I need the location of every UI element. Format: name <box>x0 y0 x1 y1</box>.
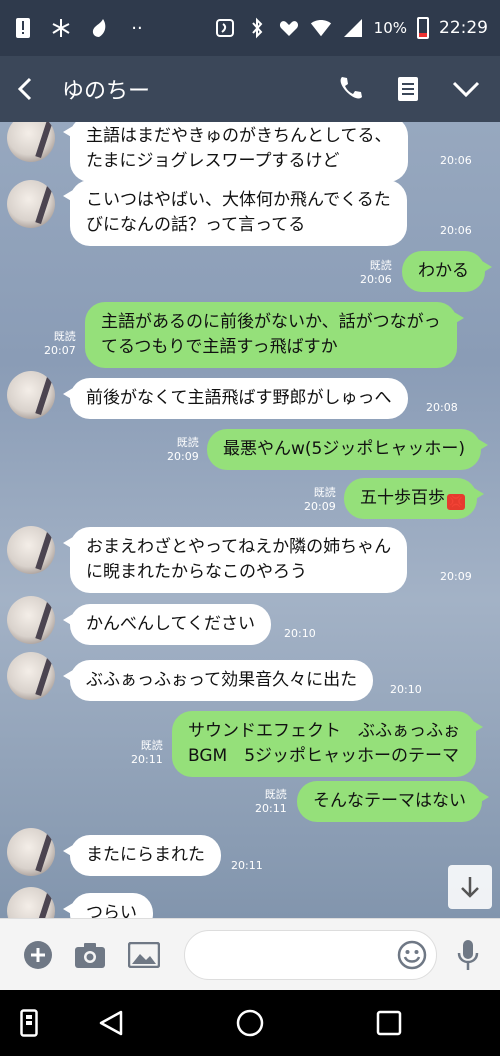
message-bubble[interactable]: かんべんしてください <box>63 604 271 645</box>
plus-circle-icon <box>24 941 52 969</box>
message-bubble[interactable]: おまえわざとやってねえか隣の姉ちゃん に睨まれたからなこのやろう <box>62 527 408 593</box>
avatar[interactable] <box>7 887 55 918</box>
message-bubble[interactable]: ぶふぁっふぉって効果音久々に出た <box>62 660 374 701</box>
nfc-icon <box>214 17 236 39</box>
back-nav-button[interactable] <box>94 1006 128 1040</box>
message-time: 20:06 <box>440 154 472 167</box>
camera-icon <box>75 943 105 968</box>
back-button[interactable] <box>14 71 46 107</box>
chevron-left-icon <box>17 77 32 101</box>
avatar[interactable] <box>7 828 55 876</box>
message-time: 20:11 <box>231 859 263 872</box>
pinwheel-icon <box>50 17 72 39</box>
status-bar: ·· 10% 22:29 <box>0 0 500 56</box>
message-bubble[interactable]: 五十歩百歩 💢 <box>344 478 484 519</box>
add-button[interactable] <box>22 939 54 971</box>
image-button[interactable] <box>128 939 160 971</box>
message-time: 20:10 <box>390 683 422 696</box>
read-receipt: 既読 20:11 <box>131 739 163 766</box>
notes-button[interactable] <box>390 71 426 107</box>
anger-emoji: 💢 <box>447 494 465 510</box>
scroll-to-bottom-button[interactable] <box>448 865 492 909</box>
phone-icon <box>340 77 362 99</box>
triangle-back-icon <box>99 1010 123 1036</box>
arrow-down-icon <box>461 877 479 898</box>
message-bubble[interactable]: つらい <box>63 893 153 918</box>
avatar[interactable] <box>7 652 55 700</box>
recent-apps-button[interactable] <box>372 1006 406 1040</box>
read-receipt: 既読 20:11 <box>255 788 287 815</box>
message-bubble[interactable]: またにらまれた <box>63 835 221 876</box>
chat-header: ゆのちー <box>0 56 500 122</box>
message-bubble[interactable]: わかる <box>402 251 492 292</box>
message-time: 20:10 <box>284 627 316 640</box>
message-bubble[interactable]: 最悪やんw(5ジッポヒャッホー) <box>207 429 488 470</box>
chevron-down-icon <box>452 81 480 98</box>
clock: 22:29 <box>439 18 488 38</box>
message-time: 20:08 <box>426 401 458 414</box>
voice-button[interactable] <box>452 939 484 971</box>
home-circle-icon <box>236 1009 264 1037</box>
message-bubble[interactable]: サウンドエフェクト ぶふぁっふぉ BGM 5ジッポヒャッホーのテーマ <box>172 711 483 777</box>
wifi-icon <box>310 17 332 39</box>
heart-settings-icon <box>278 17 300 39</box>
square-recents-icon <box>376 1010 402 1036</box>
screenshot-button[interactable] <box>12 1006 46 1040</box>
chat-title[interactable]: ゆのちー <box>62 73 150 105</box>
navigation-bar <box>0 990 500 1056</box>
menu-dropdown-button[interactable] <box>448 71 484 107</box>
avatar[interactable] <box>7 180 55 228</box>
message-bubble[interactable]: 前後がなくて主語飛ばす野郎がしゅっへ <box>63 378 408 419</box>
message-time: 20:09 <box>440 570 472 583</box>
phone-frame-icon <box>20 1009 38 1037</box>
alert-icon <box>12 17 34 39</box>
chat-area[interactable]: 主語はまだやきゅのがきちんとしてる、 たまにジョグレスワープするけど 20:06… <box>0 122 500 918</box>
message-time: 20:06 <box>440 224 472 237</box>
message-bubble[interactable]: 主語はまだやきゅのがきちんとしてる、 たまにジョグレスワープするけど <box>63 122 408 182</box>
battery-icon <box>417 17 429 39</box>
home-button[interactable] <box>233 1006 267 1040</box>
read-receipt: 既読 20:06 <box>360 259 392 286</box>
read-receipt: 既読 20:09 <box>304 486 336 513</box>
camera-button[interactable] <box>74 939 106 971</box>
avatar[interactable] <box>7 526 55 574</box>
read-receipt: 既読 20:07 <box>44 330 76 357</box>
call-button[interactable] <box>332 71 368 107</box>
input-bar <box>0 918 500 990</box>
emoji-button[interactable] <box>396 939 428 971</box>
read-receipt: 既読 20:09 <box>167 436 199 463</box>
image-icon <box>128 942 160 968</box>
message-bubble[interactable]: 主語があるのに前後がないか、話がつながっ てるつもりで主語すっ飛ばすか <box>85 302 464 368</box>
bluetooth-icon <box>246 17 268 39</box>
avatar[interactable] <box>7 371 55 419</box>
message-bubble[interactable]: こいつはやばい、大体何か飛んでくるた びになんの話？って言ってる <box>63 180 407 246</box>
notes-icon <box>398 77 418 101</box>
drop-icon <box>88 17 110 39</box>
message-text: 五十歩百歩 <box>360 488 445 508</box>
more-dots-icon: ·· <box>131 17 143 39</box>
microphone-icon <box>457 940 479 970</box>
avatar[interactable] <box>7 596 55 644</box>
message-bubble[interactable]: そんなテーマはない <box>297 781 489 822</box>
smiley-icon <box>397 940 427 970</box>
avatar[interactable] <box>7 122 55 162</box>
signal-icon <box>342 17 364 39</box>
battery-percent: 10% <box>373 19 407 37</box>
